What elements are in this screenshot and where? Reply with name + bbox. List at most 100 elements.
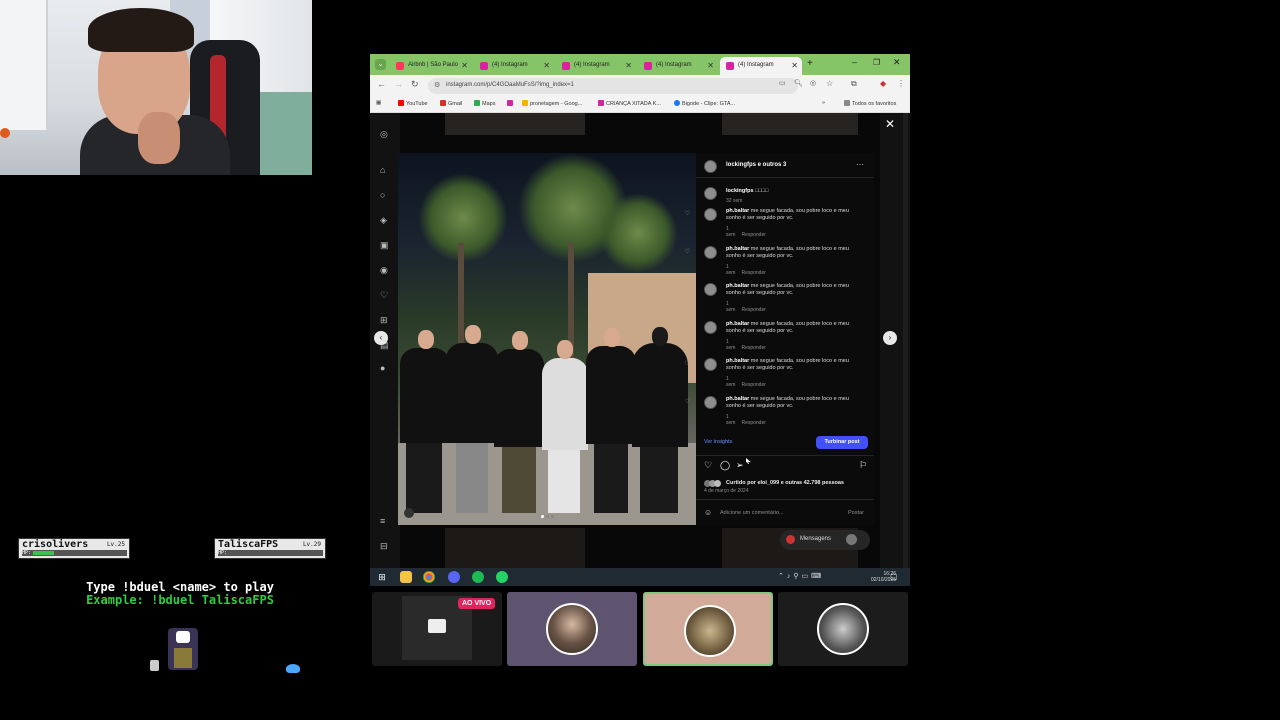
save-bookmark-icon[interactable]: ⚐ [859, 460, 867, 471]
window-close-icon[interactable]: ✕ [893, 57, 901, 68]
forward-icon[interactable]: → [394, 79, 403, 89]
comment-like-icon[interactable]: ♡ [685, 360, 690, 367]
comment-like-icon[interactable]: ♡ [685, 210, 690, 217]
notifications-icon[interactable]: ▢ [890, 572, 898, 581]
close-icon[interactable]: ✕ [543, 61, 550, 70]
tab-airbnb[interactable]: Airbnb | São Paulo ✕ [390, 57, 472, 75]
site-info-icon[interactable]: ⚙ [434, 81, 440, 89]
thumbnail-live[interactable]: AO VIVO [372, 592, 502, 666]
bookmark-gmail[interactable]: Gmail [440, 100, 462, 107]
bookmark-bigode[interactable]: Bigode - Clipe: GTA... [674, 100, 735, 107]
emoji-icon[interactable]: ☺ [704, 508, 712, 517]
share-icon[interactable]: ➢ [736, 460, 744, 471]
caption-user[interactable]: lockingfps [726, 188, 754, 194]
messenger-icon[interactable]: ◉ [380, 265, 390, 275]
header-avatar[interactable] [704, 160, 717, 173]
reply-link[interactable]: Responder [741, 270, 765, 276]
comment-input[interactable]: Adicione um comentário... [720, 510, 840, 516]
close-modal-icon[interactable]: ✕ [885, 117, 895, 131]
tag-icon[interactable] [404, 508, 414, 518]
comment-like-icon[interactable]: ♡ [685, 323, 690, 330]
thumbnail-friends[interactable] [507, 592, 637, 666]
comment-like-icon[interactable]: ♡ [685, 285, 690, 292]
spotify-icon[interactable] [472, 571, 484, 583]
instagram-logo-icon[interactable]: ◎ [380, 129, 390, 139]
cast-icon[interactable]: ▭ [779, 79, 786, 87]
thumbnail-selected[interactable] [643, 592, 773, 666]
tab-instagram-active[interactable]: (4) Instagram ✕ [720, 57, 802, 75]
more-menu-icon[interactable]: ≡ [380, 516, 390, 526]
reply-link[interactable]: Responder [741, 307, 765, 313]
reply-link[interactable]: Responder [741, 345, 765, 351]
url-input[interactable]: ⚙ instagram.com/p/C4GOaaMuFsS/?img_index… [428, 78, 798, 94]
home-icon[interactable]: ⌂ [380, 165, 390, 175]
tab-instagram-3[interactable]: (4) Instagram ✕ [638, 57, 718, 75]
whatsapp-icon[interactable] [496, 571, 508, 583]
bookmark-maps[interactable]: Maps [474, 100, 495, 107]
close-icon[interactable]: ✕ [625, 61, 632, 70]
tab-search-icon[interactable]: ⌄ [375, 59, 386, 70]
caption-avatar[interactable] [704, 187, 717, 200]
bookmark-pronetagem[interactable]: pronetagem - Goog... [522, 100, 582, 107]
reply-link[interactable]: Responder [741, 420, 765, 426]
notifications-heart-icon[interactable]: ♡ [380, 290, 390, 300]
bookmark-star-icon[interactable]: ☆ [826, 79, 833, 88]
comment-avatar[interactable] [704, 283, 717, 296]
boost-post-button[interactable]: Turbinar post [816, 436, 868, 449]
post-photo[interactable] [398, 153, 696, 525]
windows-start-icon[interactable]: ⊞ [376, 571, 388, 583]
comment-user[interactable]: ph.baltar [726, 246, 749, 252]
chrome-icon[interactable] [423, 571, 435, 583]
also-from-meta-icon[interactable]: ⊟ [380, 541, 390, 551]
close-icon[interactable]: ✕ [461, 61, 468, 70]
comment-user[interactable]: ph.baltar [726, 283, 749, 289]
like-heart-icon[interactable]: ♡ [704, 460, 712, 471]
explore-icon[interactable]: ◈ [380, 215, 390, 225]
tab-instagram-2[interactable]: (4) Instagram ✕ [556, 57, 636, 75]
prev-post-icon[interactable]: ‹ [374, 331, 388, 345]
reply-link[interactable]: Responder [741, 232, 765, 238]
back-icon[interactable]: ← [377, 79, 386, 89]
close-icon[interactable]: ✕ [707, 61, 714, 70]
discord-icon[interactable] [448, 571, 460, 583]
scrollbar[interactable] [903, 113, 908, 568]
reels-icon[interactable]: ▣ [380, 240, 390, 250]
comment-user[interactable]: ph.baltar [726, 396, 749, 402]
search-icon[interactable]: ○ [380, 190, 390, 200]
minimize-icon[interactable]: – [852, 57, 857, 67]
comment-avatar[interactable] [704, 395, 717, 409]
comment-like-icon[interactable]: ♡ [685, 248, 690, 255]
comment-user[interactable]: ph.baltar [726, 358, 749, 364]
thumbnail-profile[interactable] [778, 592, 908, 666]
next-post-icon[interactable]: › [883, 331, 897, 345]
apps-icon[interactable]: ▦ [376, 100, 381, 106]
comment-user[interactable]: ph.baltar [726, 208, 749, 214]
extensions-icon[interactable]: ⧉ [851, 79, 857, 89]
reload-icon[interactable]: ↻ [411, 79, 419, 90]
profile-avatar[interactable]: ● [380, 363, 390, 373]
messages-bar[interactable]: Mensagens [780, 530, 870, 550]
post-author[interactable]: lockingfps e outros 3 [726, 162, 786, 168]
post-comment-button[interactable]: Postar [848, 510, 864, 516]
comment-like-icon[interactable]: ♡ [685, 398, 690, 405]
hide-icon[interactable]: ◎ [810, 79, 816, 87]
post-options-icon[interactable]: ⋯ [856, 160, 864, 169]
extension-shield-icon[interactable]: ◆ [880, 79, 886, 88]
all-bookmarks[interactable]: Todos os favoritos [844, 100, 896, 107]
comment-user[interactable]: ph.baltar [726, 321, 749, 327]
menu-icon[interactable]: ⋮ [897, 79, 905, 88]
comment-avatar[interactable] [704, 358, 717, 371]
system-tray-icons[interactable]: ⌃♪⚲▭⌨ [778, 572, 824, 580]
close-icon[interactable]: ✕ [791, 61, 798, 70]
reply-link[interactable]: Responder [741, 382, 765, 388]
insights-link[interactable]: Ver insights [704, 439, 732, 445]
zoom-icon[interactable]: 🔍︎ [794, 79, 803, 87]
bookmark-crianca[interactable]: CRIANÇA XITADA K... [598, 100, 661, 107]
likes-count[interactable]: Curtido por eloi_099 e outras 42.798 pes… [726, 480, 844, 486]
comment-avatar[interactable] [704, 320, 717, 334]
bookmark-instagram[interactable] [507, 100, 515, 107]
maximize-icon[interactable]: ❐ [873, 58, 880, 67]
file-explorer-icon[interactable] [400, 571, 412, 583]
bookmarks-more[interactable]: » [822, 100, 825, 106]
comment-icon[interactable]: ◯ [720, 460, 730, 471]
